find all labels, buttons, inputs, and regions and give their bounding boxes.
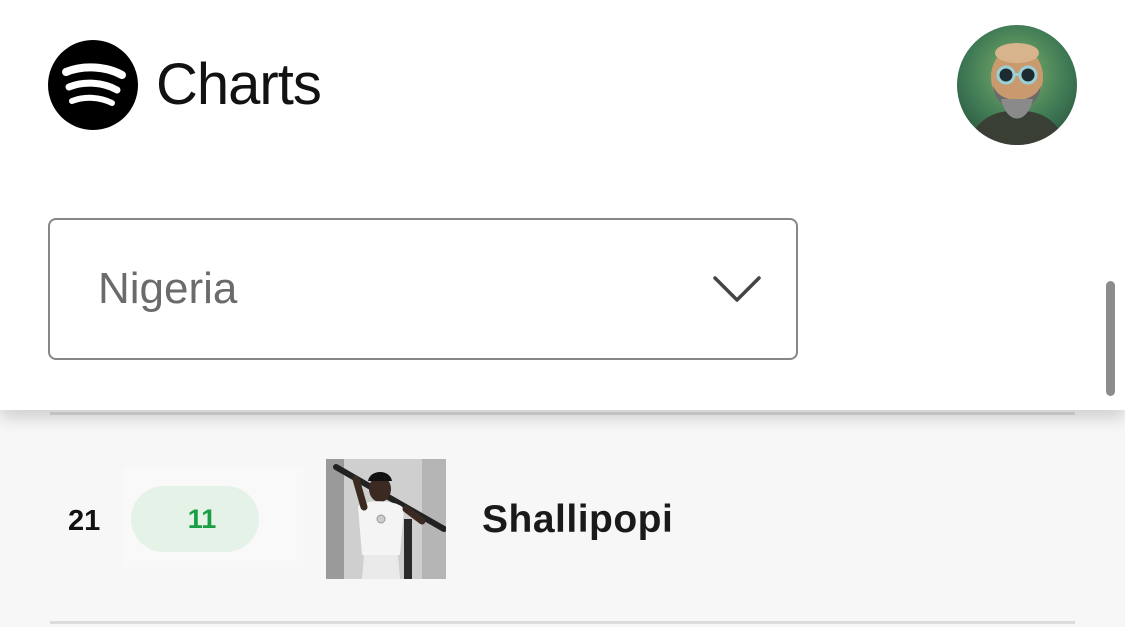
brand[interactable]: Charts bbox=[48, 40, 322, 130]
scrollbar-thumb[interactable] bbox=[1106, 281, 1115, 396]
artist-image bbox=[326, 459, 446, 579]
page-title: Charts bbox=[156, 52, 322, 117]
country-select[interactable]: Nigeria bbox=[48, 218, 798, 360]
charts-page: Charts Nigeria 21 Shallipopi 11 bbox=[0, 0, 1125, 627]
row-divider bbox=[50, 412, 1075, 415]
row-divider bbox=[50, 621, 1075, 624]
artist-name[interactable]: Shallipopi bbox=[482, 498, 673, 542]
sticky-header: Charts Nigeria bbox=[0, 0, 1125, 410]
movement-badge: 11 bbox=[131, 486, 259, 555]
spotify-icon bbox=[48, 40, 138, 130]
rank-number: 21 bbox=[68, 505, 101, 537]
chevron-down-icon bbox=[712, 274, 762, 304]
avatar[interactable] bbox=[957, 25, 1077, 145]
movement-value: 11 bbox=[187, 503, 217, 534]
country-select-value: Nigeria bbox=[98, 264, 238, 313]
